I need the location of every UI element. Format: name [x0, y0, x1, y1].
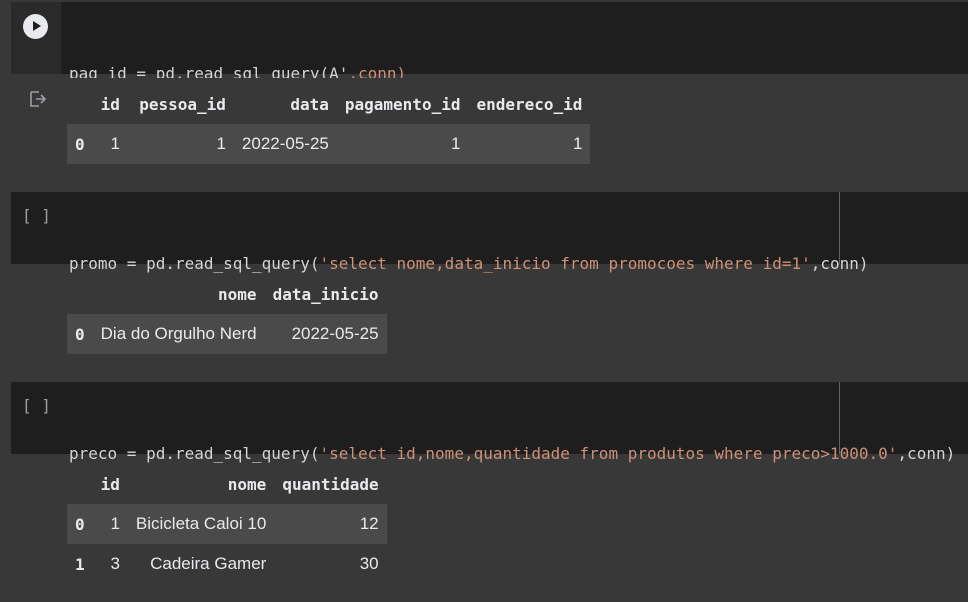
table-cell: 2022-05-25 — [233, 124, 337, 164]
column-header: pessoa_id — [139, 94, 226, 114]
column-header: pagamento_id — [344, 94, 461, 114]
table-cell: 12 — [274, 504, 387, 544]
row-index: 0 — [67, 124, 93, 164]
row-index: 1 — [75, 554, 85, 574]
table-cell: Bicicleta Caloi 10 — [127, 504, 275, 544]
row-index: 0 — [67, 314, 93, 354]
table-row: 1 3 Cadeira Gamer 30 — [67, 544, 387, 584]
column-header: nome — [218, 284, 257, 304]
column-header: data — [290, 94, 329, 114]
index-header — [67, 274, 93, 314]
column-header: id — [100, 94, 120, 114]
table-cell: 3 — [110, 554, 120, 573]
table-row: 0 1 1 2022-05-25 1 1 — [67, 124, 591, 164]
execution-count-bracket[interactable]: [ ] — [22, 206, 51, 225]
table-cell: 1 — [336, 124, 469, 164]
table-row: 0 Dia do Orgulho Nerd 2022-05-25 — [67, 314, 387, 354]
code-line: ,conn) — [897, 444, 956, 463]
table-cell: 1 — [468, 124, 591, 164]
column-header: id — [100, 474, 120, 494]
column-header: nome — [227, 474, 267, 494]
table-cell: 1 — [92, 504, 128, 544]
table-cell: 1 — [92, 124, 128, 164]
dataframe-table-3: id nome quantidade 0 1 Bicicleta Caloi 1… — [67, 464, 387, 584]
code-string: 'select nome,data_inicio from promocoes … — [319, 254, 811, 273]
ruler-line — [839, 382, 840, 454]
run-cell-button[interactable] — [23, 14, 48, 39]
table-cell: 1 — [127, 124, 234, 164]
code-line: preco = pd.read_sql_query( — [69, 444, 320, 463]
column-header: endereco_id — [476, 94, 583, 114]
output-redirect-icon[interactable] — [29, 91, 47, 107]
row-index: 0 — [67, 504, 93, 544]
code-line: promo = pd.read_sql_query( — [69, 254, 320, 273]
column-header: data_inicio — [272, 284, 379, 304]
table-cell: Cadeira Gamer — [150, 554, 267, 573]
table-cell: 2022-05-25 — [264, 314, 387, 354]
execution-count-bracket[interactable]: [ ] — [22, 396, 51, 415]
dataframe-table-1: id pessoa_id data pagamento_id endereco_… — [67, 84, 591, 164]
column-header: quantidade — [282, 474, 379, 494]
table-cell: Dia do Orgulho Nerd — [92, 314, 265, 354]
table-row: 0 1 Bicicleta Caloi 10 12 — [67, 504, 387, 544]
table-cell: 30 — [359, 554, 379, 573]
ruler-line — [839, 192, 840, 264]
code-string: 'select id,nome,quantidade from produtos… — [319, 444, 898, 463]
index-header — [67, 84, 93, 124]
index-header — [67, 464, 93, 504]
dataframe-table-2: nome data_inicio 0 Dia do Orgulho Nerd 2… — [67, 274, 387, 354]
